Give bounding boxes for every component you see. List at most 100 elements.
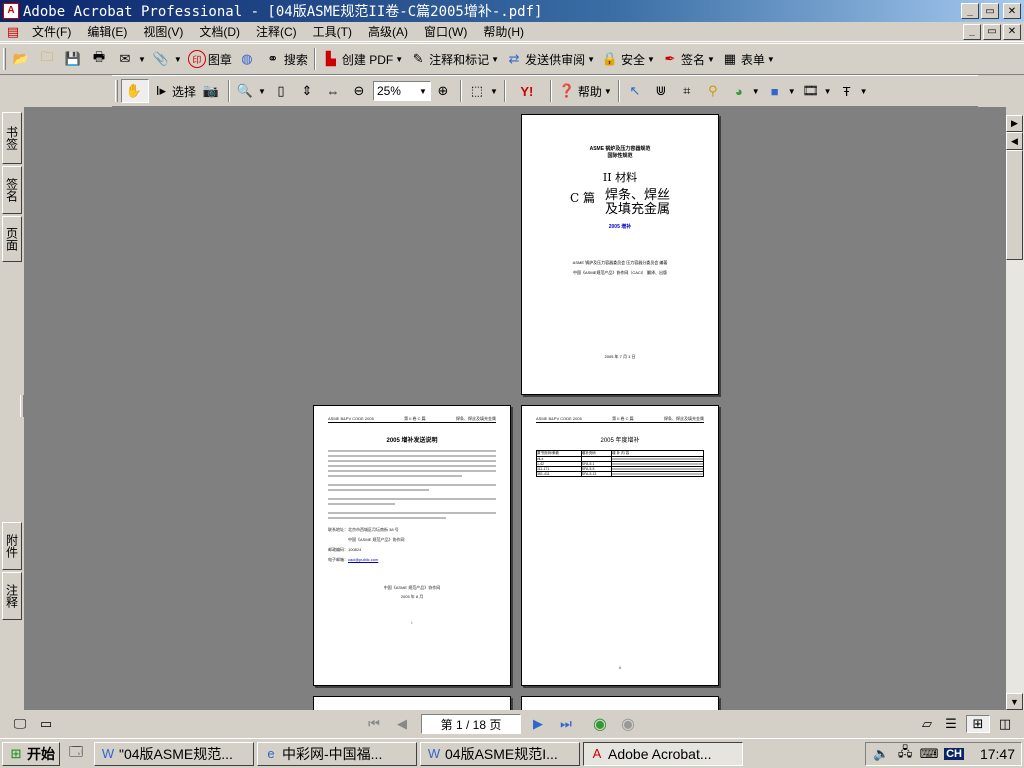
p2-sign: 中国《ASME 规范产品》协作网: [383, 585, 441, 590]
vertical-scrollbar[interactable]: ▶ ◀ ▼: [1006, 115, 1024, 710]
select-tool-button[interactable]: I▸ 选择: [149, 79, 199, 103]
pages-tab[interactable]: 页面: [2, 216, 22, 262]
doc-close-button[interactable]: ✕: [1003, 23, 1021, 40]
last-page-icon[interactable]: ⏭: [557, 715, 575, 733]
send-review-button[interactable]: ⇄ 发送供审阅 ▼: [502, 47, 598, 71]
zoom-tool-button[interactable]: 🔍 ▼: [233, 79, 269, 103]
menu-edit[interactable]: 编辑(E): [79, 23, 135, 40]
text-field-button[interactable]: Ŧ ▼: [835, 79, 871, 103]
facing-icon[interactable]: ◫: [996, 715, 1014, 733]
go-forward-icon[interactable]: ◉: [619, 715, 637, 733]
menu-document[interactable]: 文档(D): [191, 23, 248, 40]
signatures-tab[interactable]: 签名: [2, 166, 22, 214]
open-button[interactable]: 📂: [9, 47, 35, 71]
menu-tools[interactable]: 工具(T): [305, 23, 360, 40]
minimize-button[interactable]: _: [961, 3, 979, 19]
doc-minimize-button[interactable]: _: [963, 23, 981, 40]
fit-page-button[interactable]: ⇕: [295, 79, 321, 103]
taskbar-item-word1[interactable]: W "04版ASME规范...: [94, 741, 254, 766]
scroll-up-button[interactable]: ▶: [1006, 115, 1023, 132]
search-button[interactable]: ⚭ 搜索: [261, 47, 311, 71]
taskbar-item-acrobat[interactable]: A Adobe Acrobat...: [583, 741, 743, 766]
start-button[interactable]: ⊞ 开始: [2, 741, 60, 766]
rotate-button[interactable]: ⬚ ▼: [465, 79, 501, 103]
yahoo-button[interactable]: Y!: [509, 79, 547, 103]
continuous-icon[interactable]: ☰: [942, 715, 960, 733]
save-button[interactable]: 💾: [61, 47, 87, 71]
scroll-down-button[interactable]: ▼: [1006, 693, 1023, 710]
title-bar[interactable]: A Adobe Acrobat Professional - [04版ASME规…: [0, 0, 1024, 22]
zoom-select[interactable]: 25% ▼: [372, 81, 431, 101]
p2-email-link[interactable]: caci@public.com: [348, 557, 378, 562]
hand-tool-button[interactable]: ✋: [121, 79, 149, 103]
taskbar-item-browser[interactable]: e 中彩网-中国福...: [257, 741, 417, 766]
network-icon[interactable]: 🖧: [896, 744, 914, 763]
continuous-facing-icon[interactable]: ⊞: [966, 715, 990, 733]
page-layout-button[interactable]: 🖵: [8, 712, 34, 736]
object-select-button[interactable]: ↖: [623, 79, 649, 103]
hand-icon: ✋: [125, 83, 143, 98]
toolbar-grip[interactable]: [115, 80, 118, 102]
menu-advanced[interactable]: 高级(A): [360, 23, 416, 40]
word-icon: W: [427, 746, 441, 761]
keyboard-icon[interactable]: ⌨: [920, 745, 939, 763]
panel-toggle-button[interactable]: ▭: [34, 712, 60, 736]
toolbar-grip[interactable]: [3, 48, 6, 70]
menu-window[interactable]: 窗口(W): [416, 23, 475, 40]
search-label: 搜索: [283, 52, 308, 67]
forms-button[interactable]: ▦ 表单 ▼: [718, 47, 778, 71]
menu-file[interactable]: 文件(F): [24, 23, 79, 40]
touchup-button[interactable]: ⋓: [649, 79, 675, 103]
scroll-thumb[interactable]: [1006, 150, 1023, 260]
page-number-field[interactable]: 第 1 / 18 页: [421, 714, 521, 734]
menu-help[interactable]: 帮助(H): [475, 23, 532, 40]
comments-tab[interactable]: 注释: [2, 572, 22, 620]
zoom-in-button[interactable]: ⊕: [431, 79, 457, 103]
create-pdf-button[interactable]: ▙ 创建 PDF ▼: [319, 47, 406, 71]
web-button[interactable]: ◍: [235, 47, 261, 71]
fit-width-button[interactable]: ⇔: [321, 79, 347, 103]
print-icon: 🖶: [92, 49, 106, 64]
attachments-tab[interactable]: 附件: [2, 522, 22, 570]
doc-restore-button[interactable]: ▭: [983, 23, 1001, 40]
movie-button[interactable]: 🎞 ▼: [799, 79, 835, 103]
comment-markup-button[interactable]: ✎ 注释和标记 ▼: [406, 47, 502, 71]
clock[interactable]: 17:47: [980, 746, 1015, 762]
cover-publisher1: ASME 锅炉及压力容器委员会 压力容器分委员会 编著: [572, 260, 668, 265]
bookmarks-tab[interactable]: 书签: [2, 112, 22, 164]
p3-header-mid: 第 II 卷 C 篇: [612, 416, 634, 421]
review-icon: ⇄: [508, 51, 520, 66]
snapshot-button[interactable]: 📷: [199, 79, 225, 103]
security-button[interactable]: 🔒 安全 ▼: [598, 47, 658, 71]
scroll-page-button[interactable]: ◀: [1006, 132, 1023, 150]
create-pdf-icon: ▙: [325, 51, 336, 66]
taskbar-item-word2[interactable]: W 04版ASME规范I...: [420, 741, 580, 766]
help-button[interactable]: ❓ 帮助 ▼: [555, 79, 615, 103]
sign-button[interactable]: ✒ 签名 ▼: [658, 47, 718, 71]
media-button[interactable]: ◕ ▼: [727, 79, 763, 103]
single-page-icon[interactable]: ▱: [918, 715, 936, 733]
show-desktop-icon[interactable]: 🗔: [67, 744, 85, 763]
actual-size-button[interactable]: ▯: [269, 79, 295, 103]
first-page-icon[interactable]: ⏮: [365, 715, 383, 733]
previous-page-icon[interactable]: ◀: [393, 715, 411, 733]
zoom-out-button[interactable]: ⊖: [347, 79, 373, 103]
language-indicator[interactable]: CH: [944, 747, 964, 760]
crop-button[interactable]: ⌗: [675, 79, 701, 103]
restore-button[interactable]: ▭: [981, 3, 999, 19]
organizer-button[interactable]: 🗀: [35, 47, 61, 71]
button-tool[interactable]: ■ ▼: [763, 79, 799, 103]
volume-icon[interactable]: 🔈: [872, 745, 890, 763]
stamp-button[interactable]: 印图章: [185, 47, 235, 71]
print-button[interactable]: 🖶: [87, 47, 113, 71]
close-button[interactable]: ✕: [1003, 3, 1021, 19]
attach-button[interactable]: 📎 ▼: [149, 47, 185, 71]
next-page-icon[interactable]: ▶: [529, 715, 547, 733]
menu-view[interactable]: 视图(V): [135, 23, 191, 40]
system-tray: 🔈 🖧 ⌨ CH 17:47: [865, 741, 1022, 766]
document-view[interactable]: ASME 锅炉及压力容器规范 国际性规范 II 材料 C 篇 焊条、焊丝 及填充…: [24, 107, 1006, 710]
link-button[interactable]: ⚲: [701, 79, 727, 103]
menu-comments[interactable]: 注释(C): [248, 23, 305, 40]
email-button[interactable]: ✉ ▼: [113, 47, 149, 71]
go-back-icon[interactable]: ◉: [591, 715, 609, 733]
